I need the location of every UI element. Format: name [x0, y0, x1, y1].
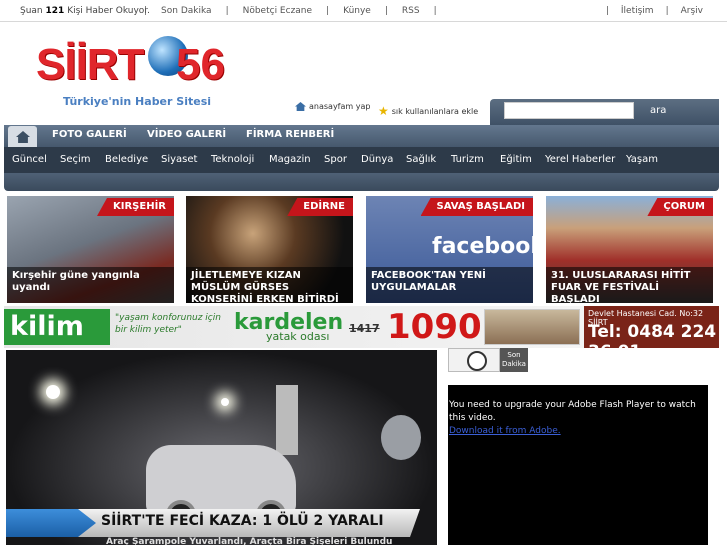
link-kunye[interactable]: Künye: [336, 6, 378, 16]
logo-text: SİİRT: [36, 40, 144, 89]
ad-product-sub: yatak odası: [266, 330, 330, 343]
tile-tag: ÇORUM: [647, 198, 713, 216]
category-nav: Güncel Seçim Belediye Siyaset Teknoloji …: [4, 147, 719, 173]
headlight: [46, 385, 60, 399]
site-slogan: Türkiye'nin Haber Sitesi: [63, 95, 212, 108]
home-icon: [295, 102, 306, 111]
son-dakika-line1: Son: [507, 351, 521, 359]
cat-secim[interactable]: Seçim: [60, 154, 91, 165]
search-bar: ara: [490, 99, 719, 125]
ad-phone: Tel: 0484 224 36 01: [588, 322, 717, 348]
tile-caption: JİLETLEMEYE KIZAN MÜSLÜM GÜRSES KONSERİN…: [186, 267, 353, 303]
link-nobetci-eczane[interactable]: Nöbetçi Eczane: [236, 6, 319, 16]
headline-banner: SİİRT'TE FECİ KAZA: 1 ÖLÜ 2 YARALI Araç …: [6, 509, 437, 545]
video-player[interactable]: You need to upgrade your Adobe Flash Pla…: [448, 385, 708, 545]
headline-text: SİİRT'TE FECİ KAZA: 1 ÖLÜ 2 YARALI: [101, 513, 384, 529]
cat-turizm[interactable]: Turizm: [451, 154, 484, 165]
star-icon: ★: [378, 104, 389, 118]
home-icon: [16, 131, 30, 143]
son-dakika-line2: Dakika: [502, 360, 526, 368]
home-button[interactable]: [8, 126, 37, 147]
nav-foto-galeri[interactable]: FOTO GALERİ: [52, 129, 127, 140]
tile-caption: 31. ULUSLARARASI HİTİT FUAR VE FESTİVALİ…: [546, 267, 713, 303]
news-tile-corum[interactable]: ÇORUM 31. ULUSLARARASI HİTİT FUAR VE FES…: [546, 196, 713, 303]
headlight: [221, 398, 229, 406]
online-readers: Şuan 121 Kişi Haber Okuyor.: [20, 6, 150, 16]
flash-download-link[interactable]: Download it from Adobe.: [449, 425, 708, 438]
top-bar: Şuan 121 Kişi Haber Okuyor. | Son Dakika…: [0, 0, 727, 22]
add-favorites-link[interactable]: ★ sık kullanılanlara ekle: [378, 104, 478, 118]
facebook-logo-text: facebook: [432, 234, 533, 259]
top-links: | Son Dakika | Nöbetçi Eczane | Künye | …: [144, 6, 437, 16]
cat-teknoloji[interactable]: Teknoloji: [211, 154, 254, 165]
logo-number: 56: [176, 40, 225, 89]
cat-dunya[interactable]: Dünya: [361, 154, 393, 165]
nav-firma-rehberi[interactable]: FİRMA REHBERİ: [246, 129, 334, 140]
tile-tag: SAVAŞ BAŞLADI: [420, 198, 533, 216]
cat-egitim[interactable]: Eğitim: [500, 154, 532, 165]
set-homepage-label: anasayfam yap: [309, 102, 371, 111]
flash-message: You need to upgrade your Adobe Flash Pla…: [449, 400, 696, 423]
cat-saglik[interactable]: Sağlık: [406, 154, 436, 165]
ad-contact: Devlet Hastanesi Cad. No:32 SİİRT Tel: 0…: [584, 306, 719, 348]
person-figure: [381, 415, 421, 460]
tile-caption: Kırşehir güne yangınla uyandı: [7, 267, 174, 303]
search-input[interactable]: [504, 102, 634, 119]
link-rss[interactable]: RSS: [395, 6, 427, 16]
ad-price: 1090: [387, 307, 482, 347]
link-son-dakika[interactable]: Son Dakika: [154, 6, 219, 16]
clock-face: [467, 351, 487, 371]
ad-slogan: "yaşam konforunuz için bir kilim yeter": [115, 313, 221, 335]
news-tile-kirsehir[interactable]: KIRŞEHİR Kırşehir güne yangınla uyandı: [7, 196, 174, 303]
tile-tag: KIRŞEHİR: [97, 198, 174, 216]
primary-nav: FOTO GALERİ VİDEO GALERİ FİRMA REHBERİ: [4, 125, 719, 147]
cat-magazin[interactable]: Magazin: [269, 154, 311, 165]
link-arsiv[interactable]: Arşiv: [675, 6, 709, 16]
header: SİİRT 56 Türkiye'nin Haber Sitesi anasay…: [0, 22, 727, 125]
clock-icon: [448, 348, 500, 372]
tile-tag: EDİRNE: [287, 198, 353, 216]
cat-spor[interactable]: Spor: [324, 154, 347, 165]
cat-siyaset[interactable]: Siyaset: [161, 154, 197, 165]
son-dakika-label: Son Dakika: [500, 348, 528, 372]
cat-guncel[interactable]: Güncel: [12, 154, 47, 165]
nav-video-galeri[interactable]: VİDEO GALERİ: [147, 129, 226, 140]
son-dakika-widget[interactable]: Son Dakika: [448, 348, 528, 372]
headline-arrow: [6, 509, 96, 537]
tile-caption: FACEBOOK'TAN YENİ UYGULAMALAR: [366, 267, 533, 303]
person-figure: [276, 385, 298, 455]
right-links: | İletişim | Arşiv: [600, 6, 709, 16]
set-homepage-link[interactable]: anasayfam yap: [295, 102, 370, 111]
main-news-photo[interactable]: SİİRT'TE FECİ KAZA: 1 ÖLÜ 2 YARALI Araç …: [6, 350, 437, 545]
online-prefix: Şuan: [20, 6, 43, 16]
site-logo[interactable]: SİİRT 56: [36, 34, 236, 94]
news-tile-edirne[interactable]: EDİRNE JİLETLEMEYE KIZAN MÜSLÜM GÜRSES K…: [186, 196, 353, 303]
news-tile-facebook[interactable]: facebook SAVAŞ BAŞLADI FACEBOOK'TAN YENİ…: [366, 196, 533, 303]
online-count: 121: [45, 6, 65, 16]
ad-banner[interactable]: kilim "yaşam konforunuz için bir kilim y…: [4, 306, 719, 348]
link-iletisim[interactable]: İletişim: [615, 6, 660, 16]
ad-old-price: 1417: [349, 322, 380, 335]
ad-furniture-image: [484, 309, 580, 345]
ad-brand: kilim: [4, 309, 110, 345]
cat-yasam[interactable]: Yaşam: [626, 154, 658, 165]
cat-belediye[interactable]: Belediye: [105, 154, 148, 165]
add-favorites-label: sık kullanılanlara ekle: [391, 106, 479, 116]
search-button[interactable]: ara: [650, 105, 666, 116]
headline-subline: Araç Şarampole Yuvarlandı, Araçta Bira Ş…: [106, 537, 393, 545]
cat-yerel-haberler[interactable]: Yerel Haberler: [545, 154, 615, 165]
nav-bottom-strip: [4, 173, 719, 191]
